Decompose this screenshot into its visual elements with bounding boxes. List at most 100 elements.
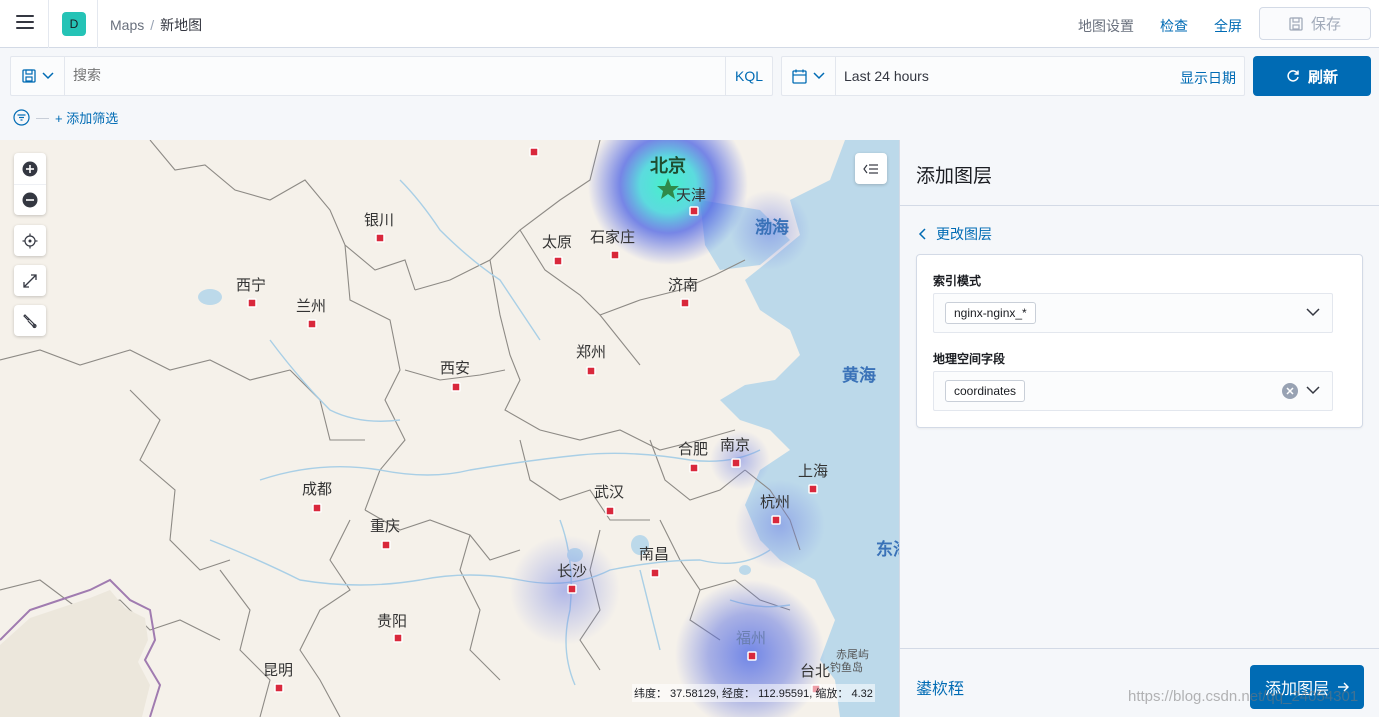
- save-icon: [1289, 16, 1303, 31]
- city-marker: [375, 233, 385, 243]
- search-input[interactable]: [73, 67, 673, 83]
- city-label: 银川: [364, 212, 394, 229]
- city-marker: [247, 298, 257, 308]
- chevron-down-icon[interactable]: [1306, 308, 1320, 317]
- filter-row: — + 添加筛选: [13, 108, 118, 127]
- city-marker: [747, 651, 757, 661]
- zoom-in-button[interactable]: [14, 153, 46, 184]
- city-label: 福州: [736, 630, 766, 647]
- show-dates-link[interactable]: 显示日期: [1180, 68, 1236, 88]
- geo-field-pill: coordinates: [945, 380, 1026, 402]
- heat-changsha: [510, 535, 620, 645]
- chevron-left-icon: [918, 228, 926, 240]
- city-marker: [689, 463, 699, 473]
- minor-label: 赤尾屿: [836, 648, 869, 661]
- draw-tools-button[interactable]: [14, 305, 46, 336]
- fit-to-data-button[interactable]: [14, 265, 46, 296]
- city-label: 昆明: [263, 662, 293, 679]
- clear-icon[interactable]: [1282, 383, 1298, 399]
- menu-icon[interactable]: [16, 15, 34, 31]
- city-marker: [586, 366, 596, 376]
- city-marker: [312, 503, 322, 513]
- add-filter-button[interactable]: + 添加筛选: [55, 108, 118, 127]
- header-divider: [97, 0, 98, 48]
- plus-icon: [22, 161, 38, 176]
- city-label: 上海: [798, 463, 828, 480]
- time-range-value[interactable]: Last 24 hours: [844, 68, 929, 84]
- city-label: 贵阳: [377, 613, 407, 630]
- city-marker: [553, 256, 563, 266]
- lake: [198, 289, 222, 305]
- zoom-out-button[interactable]: [14, 184, 46, 215]
- geo-field-select[interactable]: coordinates: [933, 371, 1333, 411]
- fullscreen-link[interactable]: 全屏: [1214, 16, 1242, 36]
- inspect-link[interactable]: 检查: [1160, 16, 1188, 36]
- space-avatar[interactable]: D: [62, 12, 86, 36]
- sea-label: 黄海: [842, 365, 876, 385]
- quick-select-button[interactable]: [782, 57, 836, 95]
- panel-title: 添加图层: [916, 166, 993, 187]
- query-bar: KQL Last 24 hours 显示日期 刷新 — + 添加筛选: [0, 48, 1379, 140]
- city-marker: [771, 515, 781, 525]
- city-label: 济南: [668, 277, 698, 294]
- save-label: 保存: [1310, 16, 1341, 33]
- breadcrumb-separator: /: [150, 17, 155, 33]
- locate-button[interactable]: [14, 225, 46, 256]
- minus-icon: [22, 192, 38, 208]
- crosshair-icon: [22, 233, 38, 248]
- wrench-icon: [23, 313, 37, 328]
- foreign-area: [0, 590, 150, 717]
- source-settings-card: 索引模式 nginx-nginx_* 地理空间字段 coordinates: [916, 254, 1363, 428]
- panel-footer-divider: [900, 648, 1379, 649]
- add-layer-panel: 添加图层 更改图层 索引模式 nginx-nginx_* 地理空间字段 coor…: [899, 140, 1379, 717]
- city-label: 重庆: [370, 518, 400, 535]
- saved-query-icon: [21, 69, 36, 83]
- mouse-coordinates: 纬度： 37.58129, 经度： 112.95591, 缩放： 4.32: [632, 684, 875, 702]
- city-label: 成都: [302, 481, 332, 498]
- map-canvas[interactable]: 北京 天津 石家庄 太原 银川 西宁 兰州 济南 郑州 西安 合肥 南京 上海 …: [0, 140, 899, 717]
- cancel-button[interactable]: 鍙栨秷: [916, 675, 964, 699]
- city-marker: [529, 147, 539, 157]
- city-label: 长沙: [557, 563, 587, 580]
- city-label: 台北: [800, 663, 830, 680]
- kql-toggle[interactable]: KQL: [725, 57, 772, 95]
- index-pattern-label: 索引模式: [933, 274, 982, 288]
- change-layer-link[interactable]: 更改图层: [918, 224, 992, 244]
- city-marker: [731, 458, 741, 468]
- collapse-layer-panel-button[interactable]: [855, 153, 887, 184]
- date-picker: Last 24 hours 显示日期: [781, 56, 1245, 96]
- breadcrumb-current: 新地图: [160, 17, 203, 33]
- city-marker: [307, 319, 317, 329]
- filter-icon[interactable]: [13, 109, 30, 126]
- refresh-button[interactable]: 刷新: [1253, 56, 1371, 96]
- collapse-icon: [863, 163, 878, 174]
- top-header: D Maps / 新地图 地图设置 检查 全屏 保存: [0, 0, 1379, 48]
- city-label: 太原: [542, 234, 572, 251]
- minor-label: 钓鱼岛: [830, 660, 863, 674]
- city-label: 武汉: [594, 484, 624, 501]
- geo-field-label: 地理空间字段: [933, 352, 1006, 366]
- calendar-icon: [792, 69, 807, 84]
- city-marker: [689, 206, 699, 216]
- city-label: 北京: [650, 155, 686, 176]
- chevron-down-icon[interactable]: [1306, 386, 1320, 395]
- city-marker: [808, 484, 818, 494]
- city-marker: [274, 683, 284, 693]
- city-marker: [393, 633, 403, 643]
- fit-control: [14, 265, 46, 296]
- breadcrumb-maps[interactable]: Maps: [110, 17, 144, 33]
- save-button[interactable]: 保存: [1259, 7, 1371, 40]
- city-label: 郑州: [576, 344, 606, 361]
- sea-label: 渤海: [755, 217, 789, 237]
- city-marker: [567, 584, 577, 594]
- change-layer-label: 更改图层: [936, 226, 992, 242]
- saved-query-button[interactable]: [11, 57, 65, 95]
- breadcrumb: Maps / 新地图: [110, 15, 202, 35]
- city-marker: [610, 250, 620, 260]
- search-bar: KQL: [10, 56, 773, 96]
- refresh-icon: [1287, 70, 1299, 82]
- map-settings-link[interactable]: 地图设置: [1078, 16, 1134, 36]
- index-pattern-select[interactable]: nginx-nginx_*: [933, 293, 1333, 333]
- city-label: 杭州: [760, 494, 790, 511]
- panel-divider: [900, 205, 1379, 206]
